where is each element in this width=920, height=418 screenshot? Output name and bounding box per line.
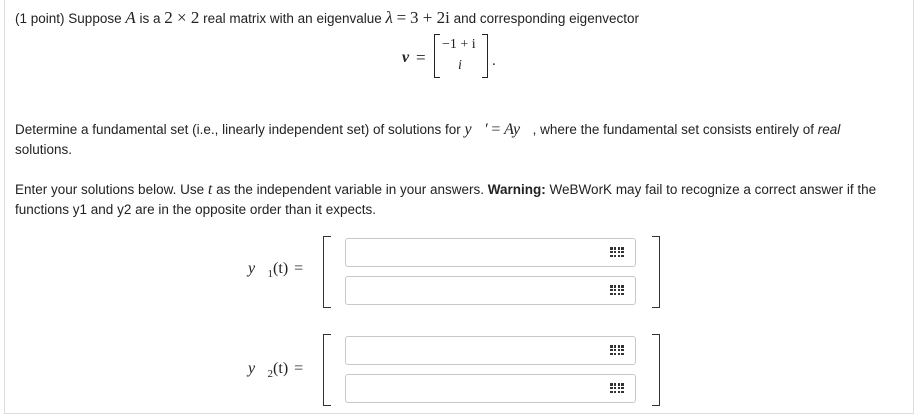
ode-lhs: y⃗′ [464, 121, 488, 138]
problem-statement: (1 point) Suppose A is a 2 × 2 real matr… [15, 8, 639, 28]
instructions-text: Enter your solutions below. Use [15, 182, 205, 197]
y2-subscript: 2 [267, 368, 274, 380]
y1-left-bracket [323, 236, 331, 308]
ode-rhs: Ay⃗ [504, 121, 533, 138]
y1-bottom-input[interactable] [346, 277, 608, 304]
instructions-text: as the independent variable in your answ… [216, 182, 485, 197]
instructions: Enter your solutions below. Use t as the… [15, 180, 910, 220]
y2-symbol: y⃗ [248, 360, 268, 377]
matrix-dimension: 2 × 2 [164, 8, 200, 27]
equals-sign: = [294, 360, 304, 377]
y2-top-field[interactable] [345, 336, 636, 365]
statement-text: is a [139, 11, 161, 26]
y2-top-input[interactable] [346, 337, 608, 364]
equals-sign: = [396, 8, 407, 27]
y2-right-bracket [652, 334, 660, 406]
lambda-symbol: λ [385, 8, 393, 27]
keyboard-grid-icon[interactable] [610, 345, 624, 356]
y1-subscript: 1 [267, 268, 274, 280]
y2-label: y⃗2(t) = [248, 360, 304, 380]
equals-sign: = [491, 121, 501, 138]
y1-top-field[interactable] [345, 238, 636, 267]
emphasis-real: real [817, 122, 841, 137]
task-text: , where the fundamental set consists ent… [532, 122, 814, 137]
y2-argument: (t) [273, 360, 289, 377]
points-label: (1 point) [15, 11, 65, 26]
left-bracket [434, 34, 440, 78]
eigenvector-entry-1: −1 + i [442, 37, 476, 52]
task-text: solutions. [15, 142, 73, 157]
y2-left-bracket [323, 334, 331, 406]
right-bracket [482, 34, 488, 78]
period: . [492, 53, 496, 69]
y1-argument: (t) [273, 260, 289, 277]
keyboard-grid-icon[interactable] [610, 383, 624, 394]
statement-text: Suppose [68, 11, 122, 26]
warning-label: Warning: [487, 182, 546, 197]
y1-symbol: y⃗ [248, 260, 268, 277]
matrix-symbol: A [125, 8, 136, 27]
statement-text: real matrix with an eigenvalue [203, 11, 382, 26]
y1-right-bracket [652, 236, 660, 308]
eigenvector-entry-2: i [458, 58, 462, 73]
equals-sign: = [294, 260, 304, 277]
eigenvalue-value: 3 + 2i [410, 8, 450, 27]
y2-bottom-field[interactable] [345, 374, 636, 403]
y2-bottom-input[interactable] [346, 375, 608, 402]
y1-top-input[interactable] [346, 239, 608, 266]
y1-label: y⃗1(t) = [248, 260, 304, 280]
keyboard-grid-icon[interactable] [610, 247, 624, 258]
equals-sign: = [416, 48, 426, 67]
y1-bottom-field[interactable] [345, 276, 636, 305]
task-statement: Determine a fundamental set (i.e., linea… [15, 120, 905, 160]
task-text: Determine a fundamental set (i.e., linea… [15, 122, 461, 137]
statement-text: and corresponding eigenvector [453, 11, 639, 26]
variable-t: t [207, 181, 213, 198]
keyboard-grid-icon[interactable] [610, 285, 624, 296]
